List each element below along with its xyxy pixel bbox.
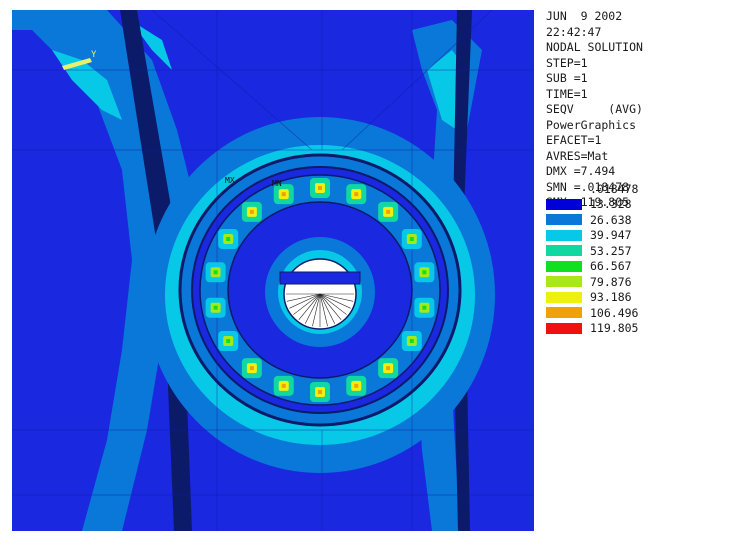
legend-swatch xyxy=(546,245,582,257)
legend-entry: 119.805 xyxy=(546,321,726,337)
legend-swatch xyxy=(546,276,582,288)
legend-entry: 79.876 xyxy=(546,274,726,290)
legend-value: 39.947 xyxy=(590,228,632,243)
legend-value: 26.638 xyxy=(590,212,632,227)
bolt-hole xyxy=(205,262,226,283)
graphics-mode-label: PowerGraphics xyxy=(546,117,637,132)
bolt-hole xyxy=(205,297,226,318)
legend-entry: 39.947 xyxy=(546,228,726,244)
legend-entry: 13.328 xyxy=(546,197,726,213)
solution-type-label: NODAL SOLUTION xyxy=(546,40,643,54)
mx-marker-label: MX xyxy=(225,176,235,185)
legend-swatch xyxy=(546,307,582,319)
legend-swatch xyxy=(546,214,582,226)
legend-value: 53.257 xyxy=(590,243,632,258)
legend-entry: 93.186 xyxy=(546,290,726,306)
bolt-hole xyxy=(241,358,262,379)
stress-contour-plot: MX MN Y xyxy=(12,10,534,531)
time-label: 22:42:47 xyxy=(546,24,602,39)
legend-value: 93.186 xyxy=(590,290,632,305)
sub-label: SUB =1 xyxy=(546,71,588,85)
legend-value: 13.328 xyxy=(590,197,632,212)
bolt-hole xyxy=(310,382,330,402)
legend-value: 66.567 xyxy=(590,259,632,274)
date-label: JUN 9 2002 xyxy=(546,9,623,23)
mn-marker-label: MN xyxy=(272,179,282,188)
bolt-hole xyxy=(346,375,367,396)
quantity-label: SEQV (AVG) xyxy=(546,102,643,116)
bolt-hole xyxy=(401,331,422,351)
bolt-hole xyxy=(378,201,399,222)
legend-entry: 66.567 xyxy=(546,259,726,275)
bolt-hole xyxy=(378,358,399,379)
bolt-hole xyxy=(414,297,435,318)
legend-swatch xyxy=(546,198,582,210)
legend-entry: 53.257 xyxy=(546,243,726,259)
bolt-hole xyxy=(273,375,294,396)
efacet-label: EFACET=1 xyxy=(546,133,602,147)
legend-swatch xyxy=(546,260,582,272)
legend-swatch xyxy=(546,322,582,334)
legend-entry: 106.496 xyxy=(546,305,726,321)
bolt-hole xyxy=(218,229,239,249)
legend-swatch xyxy=(546,229,582,241)
contour-legend: .018478 13.328 26.638 39.947 53.257 66.567 79… xyxy=(546,181,726,336)
bolt-hole xyxy=(414,262,435,283)
bolt-hole xyxy=(310,178,330,198)
triad-y-label: Y xyxy=(91,50,97,60)
legend-value: 106.496 xyxy=(590,305,639,320)
bolt-hole xyxy=(241,201,262,222)
legend-value: 119.805 xyxy=(590,321,639,336)
legend-value: 79.876 xyxy=(590,274,632,289)
legend-swatch xyxy=(546,291,582,303)
shaft-keyway xyxy=(279,271,361,285)
time-value-label: TIME=1 xyxy=(546,86,588,101)
bolt-hole xyxy=(218,331,239,351)
legend-min-label: .018478 xyxy=(590,181,639,196)
dmx-label: DMX =7.494 xyxy=(546,164,616,178)
legend-entry: 26.638 xyxy=(546,212,726,228)
bolt-hole xyxy=(401,229,422,249)
step-label: STEP=1 xyxy=(546,55,588,70)
contour-plot-viewport[interactable]: MX MN Y xyxy=(12,10,534,531)
avres-label: AVRES=Mat xyxy=(546,148,609,163)
bolt-hole xyxy=(346,184,367,205)
